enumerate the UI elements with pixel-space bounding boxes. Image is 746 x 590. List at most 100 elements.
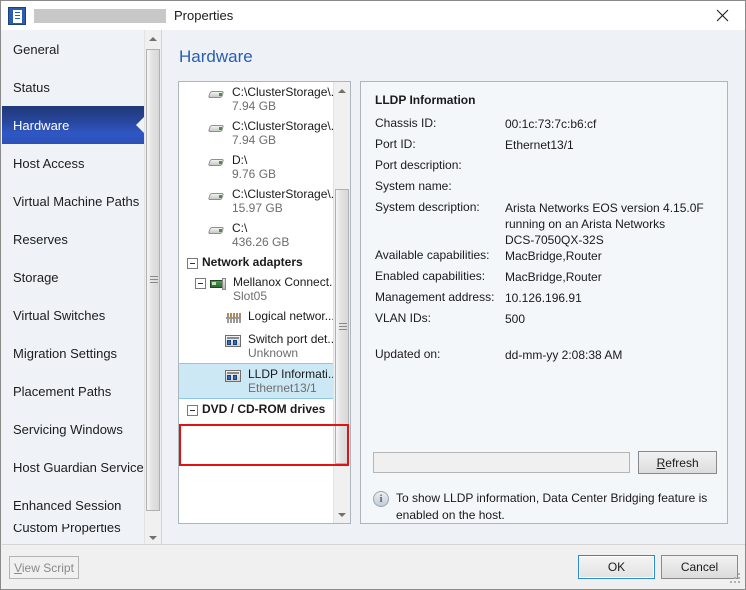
sidebar-item-label: Virtual Machine Paths	[13, 194, 139, 209]
tree-node-label-group: Switch port det...Unknown	[248, 332, 334, 360]
sidebar-item-storage[interactable]: Storage	[2, 258, 144, 296]
settings-sidebar: General Status HardwareHost Access Virtual …	[2, 30, 162, 546]
scroll-grip-icon	[150, 276, 158, 277]
tree-node[interactable]: DVD / CD-ROM drives	[179, 399, 334, 419]
tree-node[interactable]: C:\436.26 GB	[179, 218, 334, 252]
tree-node-name: DVD / CD-ROM drives	[202, 402, 325, 416]
tree-node-name: C:\ClusterStorage\...	[232, 119, 334, 133]
tree-node[interactable]: Mellanox Connect...Slot05	[179, 272, 334, 306]
tree-node-name: C:\ClusterStorage\...	[232, 187, 334, 201]
view-script-accel: V	[14, 561, 22, 575]
refresh-button[interactable]: Refresh	[638, 451, 717, 474]
detail-label: VLAN IDs:	[375, 311, 505, 325]
switch-port-icon	[225, 369, 243, 384]
tree-scroll-thumb[interactable]	[335, 189, 349, 464]
collapse-icon[interactable]	[187, 405, 198, 416]
properties-dialog: Properties General Status HardwareHost Acc…	[0, 0, 746, 590]
detail-label: System name:	[375, 179, 505, 193]
detail-value: MacBridge,Router	[505, 269, 602, 285]
detail-label: Port ID:	[375, 137, 505, 151]
sidebar-item-general[interactable]: General	[2, 30, 144, 68]
device-tree-scrollbar[interactable]	[333, 82, 350, 523]
tree-node[interactable]: C:\ClusterStorage\...15.97 GB	[179, 184, 334, 218]
redacted-host-name	[34, 9, 166, 23]
sidebar-item-placement-paths[interactable]: Placement Paths	[2, 372, 144, 410]
tree-node-label-group: C:\ClusterStorage\...7.94 GB	[232, 119, 334, 147]
window-title: Properties	[174, 8, 233, 23]
title-bar: Properties	[1, 1, 745, 30]
disk-icon	[209, 223, 227, 238]
logical-network-icon	[225, 311, 243, 326]
sidebar-item-hardware[interactable]: Hardware	[2, 106, 144, 144]
dialog-footer: View Script OK Cancel	[2, 544, 745, 588]
sidebar-item-virtual-machine-paths[interactable]: Virtual Machine Paths	[2, 182, 144, 220]
tree-node-subtitle: 15.97 GB	[232, 201, 334, 215]
host-properties-icon	[8, 7, 26, 25]
tree-node[interactable]: C:\ClusterStorage\...7.94 GB	[179, 116, 334, 150]
detail-value: 500	[505, 311, 525, 327]
sidebar-item-host-access[interactable]: Host Access	[2, 144, 144, 182]
close-icon[interactable]	[700, 1, 745, 30]
sidebar-item-custom-properties[interactable]: Custom Properties	[2, 524, 144, 546]
detail-label: Management address:	[375, 290, 505, 304]
sidebar-item-servicing-windows[interactable]: Servicing Windows	[2, 410, 144, 448]
tree-node-name: Switch port det...	[248, 332, 334, 346]
sidebar-item-label: Reserves	[13, 232, 68, 247]
network-adapter-icon	[210, 277, 228, 292]
sidebar-item-label: Enhanced Session	[13, 498, 121, 513]
sidebar-scroll-up-icon[interactable]	[145, 30, 161, 47]
tree-node[interactable]: D:\9.76 GB	[179, 150, 334, 184]
sidebar-item-migration-settings[interactable]: Migration Settings	[2, 334, 144, 372]
sidebar-scroll-thumb[interactable]	[146, 49, 160, 511]
ok-button[interactable]: OK	[578, 555, 655, 579]
view-script-button[interactable]: View Script	[9, 556, 79, 579]
scroll-grip-icon	[339, 323, 347, 324]
tree-node-subtitle: 436.26 GB	[232, 235, 289, 249]
detail-label: Port description:	[375, 158, 505, 172]
sidebar-item-enhanced-session[interactable]: Enhanced Session	[2, 486, 144, 524]
tree-node[interactable]: Switch port det...Unknown	[179, 329, 334, 363]
detail-row: Enabled capabilities:MacBridge,Router	[375, 269, 719, 290]
lldp-status-field[interactable]	[373, 452, 630, 473]
cancel-button[interactable]: Cancel	[661, 555, 738, 579]
lldp-details-panel: LLDP Information Chassis ID:00:1c:73:7c:…	[360, 81, 728, 524]
sidebar-item-host-guardian-service[interactable]: Host Guardian Service	[2, 448, 144, 486]
sidebar-item-reserves[interactable]: Reserves	[2, 220, 144, 258]
detail-spacer	[375, 332, 719, 347]
sidebar-item-virtual-switches[interactable]: Virtual Switches	[2, 296, 144, 334]
tree-node-name: Logical networ...	[248, 309, 334, 323]
tree-node-label-group: C:\ClusterStorage\...15.97 GB	[232, 187, 334, 215]
tree-node[interactable]: Logical networ...	[179, 306, 334, 329]
tree-node-subtitle: Slot05	[233, 289, 334, 303]
resize-grip-icon[interactable]	[730, 573, 742, 585]
sidebar-item-label: Host Guardian Service	[13, 460, 144, 475]
tree-node-label-group: C:\436.26 GB	[232, 221, 289, 249]
tree-node[interactable]: Network adapters	[179, 252, 334, 272]
device-tree[interactable]: C:\ClusterStorage\...7.94 GBC:\ClusterSt…	[178, 81, 351, 524]
tree-node-label-group: Logical networ...	[248, 309, 334, 323]
detail-row: Port ID:Ethernet13/1	[375, 137, 719, 158]
refresh-accel: R	[657, 456, 666, 470]
sidebar-item-status[interactable]: Status	[2, 68, 144, 106]
tree-node-name: D:\	[232, 153, 276, 167]
hardware-pane: Hardware C:\ClusterStorage\...7.94 GBC:\…	[162, 30, 745, 546]
tree-node-subtitle: 7.94 GB	[232, 99, 334, 113]
tree-node[interactable]: C:\ClusterStorage\...7.94 GB	[179, 82, 334, 116]
sidebar-scrollbar[interactable]	[144, 30, 161, 546]
tree-node-name: LLDP Informati...	[248, 367, 334, 381]
tree-node-label-group: DVD / CD-ROM drives	[202, 402, 325, 416]
tree-scroll-up-icon[interactable]	[334, 82, 350, 99]
detail-row: Chassis ID:00:1c:73:7c:b6:cf	[375, 116, 719, 137]
tree-node-label-group: D:\9.76 GB	[232, 153, 276, 181]
detail-value: Arista Networks EOS version 4.15.0F runn…	[505, 200, 704, 248]
lldp-details-title: LLDP Information	[375, 93, 475, 107]
tree-scroll-down-icon[interactable]	[334, 506, 350, 523]
sidebar-item-label: Status	[13, 80, 50, 95]
detail-row: Management address:10.126.196.91	[375, 290, 719, 311]
detail-row: Available capabilities:MacBridge,Router	[375, 248, 719, 269]
tree-node-subtitle: Unknown	[248, 346, 334, 360]
tree-node-selected[interactable]: LLDP Informati...Ethernet13/1	[179, 363, 334, 399]
tree-node-label-group: LLDP Informati...Ethernet13/1	[248, 367, 334, 395]
collapse-icon[interactable]	[187, 258, 198, 269]
collapse-icon[interactable]	[195, 278, 206, 289]
